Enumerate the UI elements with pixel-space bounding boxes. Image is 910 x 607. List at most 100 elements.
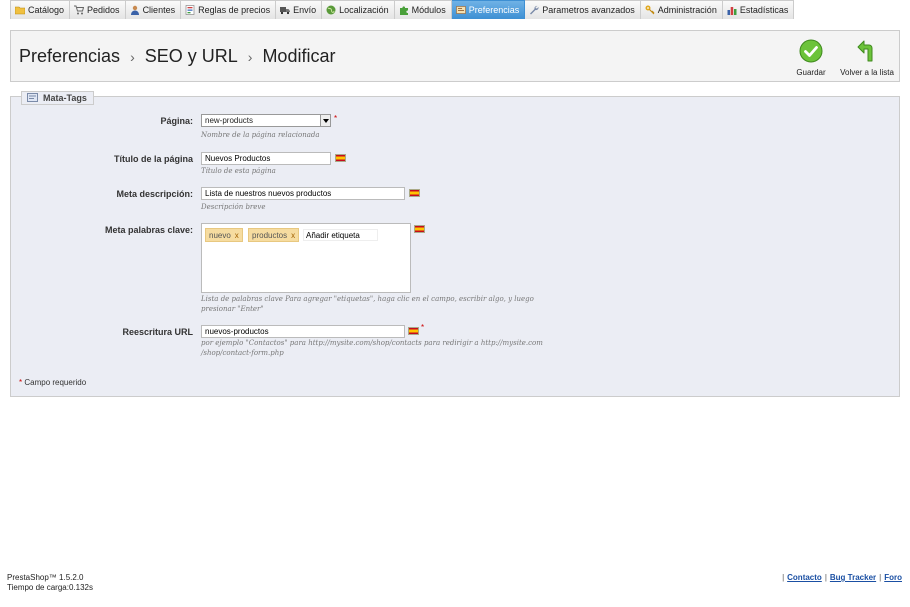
chevron-down-icon [320,115,330,126]
breadcrumb-item-seo-url[interactable]: SEO y URL [145,46,238,67]
divider: | [824,573,827,582]
tab-modulos[interactable]: Módulos [394,0,452,19]
version-text: PrestaShop™ 1.5.2.0 [7,573,84,582]
hint-line: presionar "Enter" [201,305,264,313]
tab-label: Administración [657,5,717,15]
meta-description-hint: Descripción breve [201,203,266,211]
tab-envio[interactable]: Envío [276,0,323,19]
breadcrumb-item-modificar: Modificar [262,46,336,66]
user-icon [130,5,140,15]
tab-label: Catálogo [28,5,65,15]
folder-icon [15,5,25,15]
meta-tags-fieldset: Mata-Tags Página: new-products * Nombre … [10,91,900,397]
tab-localizacion[interactable]: Localización [322,0,395,19]
divider: | [782,573,785,582]
required-field-note: * Campo requerido [19,378,86,387]
meta-keywords-tag-input[interactable]: nuevo x productos x Añadir etiqueta [201,223,411,293]
hint-line: Lista de palabras clave Para agregar "et… [201,295,534,303]
remove-tag-button[interactable]: x [291,231,295,240]
tab-label: Pedidos [87,5,120,15]
load-time-text: Tiempo de carga:0.132s [7,583,93,592]
tab-label: Clientes [142,5,176,15]
contact-link[interactable]: Contacto [787,573,822,582]
tab-estadisticas[interactable]: Estadísticas [722,0,795,19]
meta-keywords-hint: Lista de palabras clave Para agregar "et… [201,294,534,314]
breadcrumb-separator: › [247,48,253,65]
bug-tracker-link[interactable]: Bug Tracker [830,573,876,582]
legend-label: Mata-Tags [43,93,87,103]
tab-clientes[interactable]: Clientes [125,0,182,19]
required-star: * [19,378,23,387]
title-label: Título de la página [113,154,193,164]
tab-reglas-de-precios[interactable]: Reglas de precios [181,0,277,19]
footer-info: PrestaShop™ 1.5.2.0 Tiempo de carga:0.13… [7,573,93,593]
tab-label: Reglas de precios [198,5,271,15]
flag-es-icon[interactable] [414,225,425,233]
tab-label: Localización [339,5,389,15]
rewrite-url-hint: por ejemplo "Contactos" para http://mysi… [201,338,543,358]
hint-line: /shop/contact-form.php [201,349,284,357]
keyword-tag: nuevo x [205,228,243,242]
title-hint: Título de esta página [201,167,276,175]
wrench-icon [529,5,539,15]
required-mark: * [421,323,425,332]
tab-label: Envío [293,5,317,15]
back-to-list-button[interactable]: Volver a la lista [837,39,897,77]
tab-label: Módulos [411,5,446,15]
forum-link[interactable]: Foro [884,573,902,582]
remove-tag-button[interactable]: x [235,231,239,240]
tab-pedidos[interactable]: Pedidos [70,0,126,19]
keyword-tag: productos x [248,228,300,242]
tab-administracion[interactable]: Administración [640,0,723,19]
rewrite-url-value: nuevos-productos [205,327,269,336]
return-arrow-icon [855,39,879,65]
globe-icon [326,5,336,15]
flag-es-icon[interactable] [335,154,346,162]
bar-chart-icon [727,5,737,15]
tab-label: Parametros avanzados [542,5,635,15]
truck-icon [280,5,291,15]
required-mark: * [334,114,338,123]
page-header: Preferencias › SEO y URL › Modificar Gua… [10,30,900,82]
breadcrumb: Preferencias › SEO y URL › Modificar [19,46,335,67]
flag-es-icon[interactable] [409,189,420,197]
breadcrumb-separator: › [130,48,135,65]
title-input-value: Nuevos Productos [205,154,271,163]
add-tag-input[interactable]: Añadir etiqueta [303,229,378,241]
required-note-text: Campo requerido [24,378,87,387]
title-input[interactable]: Nuevos Productos [201,152,331,165]
tab-label: Preferencias [468,5,520,15]
flag-es-icon[interactable] [408,327,419,335]
divider: | [879,573,882,582]
hint-line: por ejemplo "Contactos" para http://mysi… [201,339,543,347]
page-label: Página: [160,116,193,126]
key-icon [645,5,655,15]
save-label: Guardar [796,68,826,77]
keyword-tag-label: productos [252,230,288,240]
rewrite-url-label: Reescritura URL [122,327,193,337]
meta-keywords-label: Meta palabras clave: [104,225,193,235]
price-rules-icon [185,5,195,15]
tab-label: Estadísticas [739,5,789,15]
tag-icon [27,92,43,104]
footer-links: | Contacto | Bug Tracker | Foro [779,573,902,582]
checkmark-icon [799,39,823,65]
page-select-value: new-products [205,116,254,125]
puzzle-icon [399,5,409,15]
page-hint: Nombre de la página relacionada [201,131,320,139]
meta-description-value: Lista de nuestros nuevos productos [205,189,332,198]
keyword-tag-label: nuevo [209,230,231,240]
tab-parametros-avanzados[interactable]: Parametros avanzados [525,0,641,19]
tab-preferencias[interactable]: Preferencias [451,0,526,19]
meta-description-input[interactable]: Lista de nuestros nuevos productos [201,187,405,200]
preferences-icon [455,5,466,15]
main-nav: Catálogo Pedidos Clientes Reglas de prec… [10,0,795,19]
fieldset-legend: Mata-Tags [21,91,94,105]
cart-icon [74,5,85,15]
page-select[interactable]: new-products [201,114,331,127]
breadcrumb-item-preferencias[interactable]: Preferencias [19,46,120,67]
meta-description-label: Meta descripción: [116,189,193,199]
tab-catalogo[interactable]: Catálogo [10,0,71,19]
rewrite-url-input[interactable]: nuevos-productos [201,325,405,338]
save-button[interactable]: Guardar [795,39,827,77]
